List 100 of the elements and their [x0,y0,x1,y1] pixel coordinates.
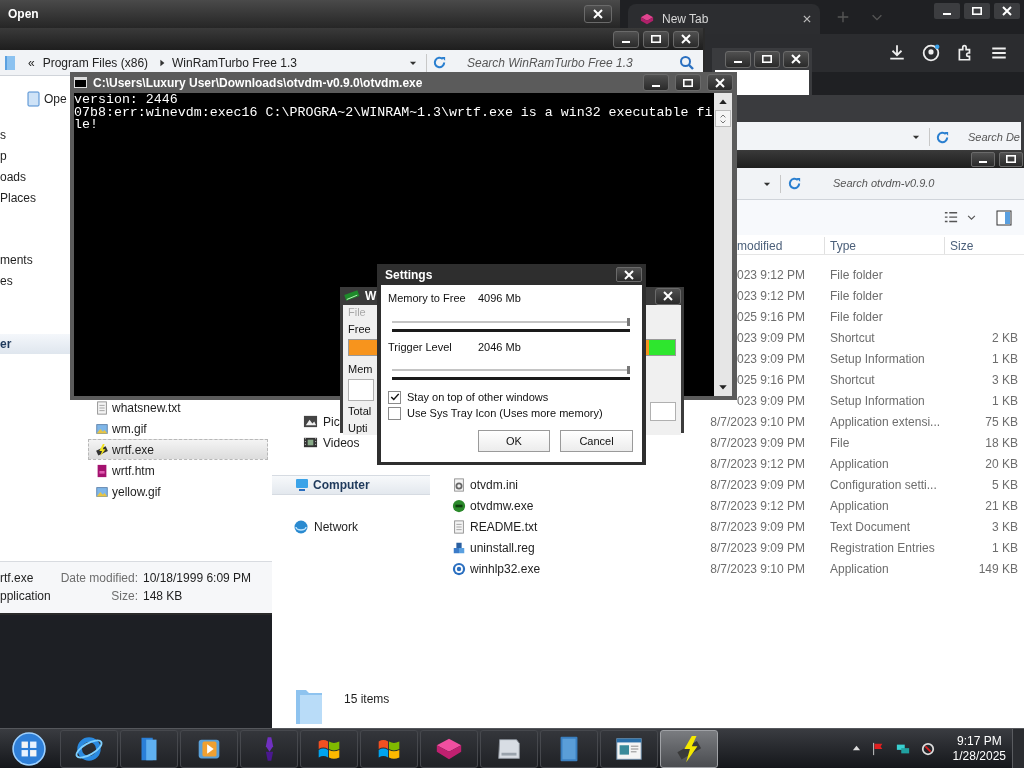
nav-item[interactable]: s [0,125,6,144]
table-cell-text: 8/7/2023 9:09 PM [710,539,805,557]
column-header[interactable]: Type [830,236,856,255]
file-name[interactable]: uninstall.reg [470,538,535,557]
nav-item[interactable]: Places [0,188,37,207]
cancel-button[interactable]: Cancel [560,430,633,452]
search-icon[interactable] [679,54,695,71]
checkbox[interactable] [388,406,401,420]
slider[interactable] [392,318,630,333]
download-icon[interactable] [888,44,906,62]
maximize-icon [651,35,661,43]
minimize-button[interactable] [725,50,751,68]
taskbar-button[interactable] [660,729,718,768]
taskbar-button[interactable] [60,729,118,768]
chevron-icon[interactable] [967,213,976,222]
clock[interactable]: 9:17 PM 1/28/2025 [952,733,1006,764]
close-button[interactable] [655,287,681,305]
close-icon [715,77,725,88]
table-cell-text: 18 KB [984,434,1019,452]
taskbar-button[interactable] [600,729,658,768]
ok-button[interactable]: OK [478,430,550,452]
back-chevrons[interactable]: « [28,53,35,72]
down-arrow-icon[interactable] [718,382,728,392]
maximize-button[interactable] [643,30,669,48]
profile-icon[interactable] [922,44,940,62]
maximize-button[interactable] [675,74,701,91]
close-icon [663,291,673,301]
maximize-button[interactable] [964,3,990,19]
slider[interactable] [392,366,630,381]
list-item[interactable]: wrtf.htm [88,460,268,481]
table-cell-text: File folder [829,308,884,326]
refresh-icon[interactable] [935,129,950,145]
close-button[interactable] [673,30,699,48]
list-item[interactable]: wrtf.exe [88,439,268,460]
nav-item[interactable]: oads [0,167,27,186]
up-arrow-icon[interactable] [851,744,861,753]
file-name[interactable]: README.txt [470,517,538,536]
start-button[interactable] [10,729,48,768]
taskbar-button[interactable] [300,729,358,768]
nav-item[interactable]: Network [314,517,358,536]
close-button[interactable] [783,50,809,68]
nav-item[interactable]: ments [0,250,33,269]
column-header[interactable]: modified [737,236,783,255]
file-name[interactable]: winhlp32.exe [470,559,541,578]
taskbar-button[interactable] [180,729,238,768]
minimize-icon [943,13,951,15]
search-field[interactable]: Search De [968,128,1021,146]
list-item[interactable]: whatsnew.txt [88,397,268,418]
nav-header[interactable]: Computer [272,475,430,495]
list-item[interactable]: yellow.gif [88,481,268,502]
view-list-icon[interactable] [943,210,959,225]
breadcrumb-item[interactable]: Program Files (x86) [42,53,149,72]
table-cell-text: 8/7/2023 9:09 PM [710,434,805,452]
text-file-icon [452,519,466,534]
minimize-button[interactable] [971,151,995,167]
list-item[interactable]: wm.gif [88,418,268,439]
checkbox-label[interactable]: Use Sys Tray Icon (Uses more memory) [407,406,603,420]
refresh-icon[interactable] [432,55,447,70]
close-button[interactable] [994,3,1020,19]
grip-icon [719,112,727,125]
flag-icon[interactable] [870,741,885,756]
minimize-button[interactable] [934,3,960,19]
table-cell-text: 023 9:09 PM [736,392,805,410]
search-field[interactable]: Search otvdm-v0.9.0 [833,175,1024,192]
tab[interactable]: New Tab [628,4,820,34]
refresh-icon[interactable] [787,176,802,191]
checkbox[interactable] [388,390,401,404]
column-header[interactable]: Size [950,236,974,255]
nav-item[interactable]: Ope [44,89,67,108]
breadcrumb-item[interactable]: WinRamTurbo Free 1.3 [172,53,297,72]
nav-item[interactable]: Videos [323,433,360,452]
table-cell-text: 21 KB [984,497,1019,515]
scrollbar[interactable] [714,93,732,396]
minimize-button[interactable] [643,74,669,91]
preview-pane-icon[interactable] [996,209,1012,226]
slider-thumb[interactable] [627,366,630,374]
checkbox-label[interactable]: Stay on top of other windows [407,390,549,404]
nav-header[interactable]: er [0,334,70,354]
up-arrow-icon[interactable] [718,97,728,107]
close-button[interactable] [707,74,733,91]
maximize-button[interactable] [999,151,1023,167]
search-field[interactable]: Search WinRamTurbo Free 1.3 [467,53,679,72]
file-name[interactable]: otvdmw.exe [470,496,534,515]
file-name: rtf.exe [0,570,35,587]
nav-item[interactable]: Pic [323,412,340,431]
table-cell-text: Application [829,497,890,515]
slider-thumb[interactable] [627,318,630,326]
taskbar-button[interactable] [120,729,178,768]
close-button[interactable] [616,267,642,282]
minimize-button[interactable] [613,30,639,48]
taskbar-button[interactable] [360,729,418,768]
file-name[interactable]: otvdm.ini [470,475,519,494]
scroll-thumb[interactable] [715,110,731,127]
taskbar-button[interactable] [480,729,538,768]
nav-item[interactable]: p [0,146,7,165]
close-button[interactable] [584,5,612,23]
arrow-icon[interactable] [158,58,167,67]
nav-item[interactable]: es [0,271,13,290]
maximize-button[interactable] [754,50,780,68]
console-line: le! [74,119,99,132]
